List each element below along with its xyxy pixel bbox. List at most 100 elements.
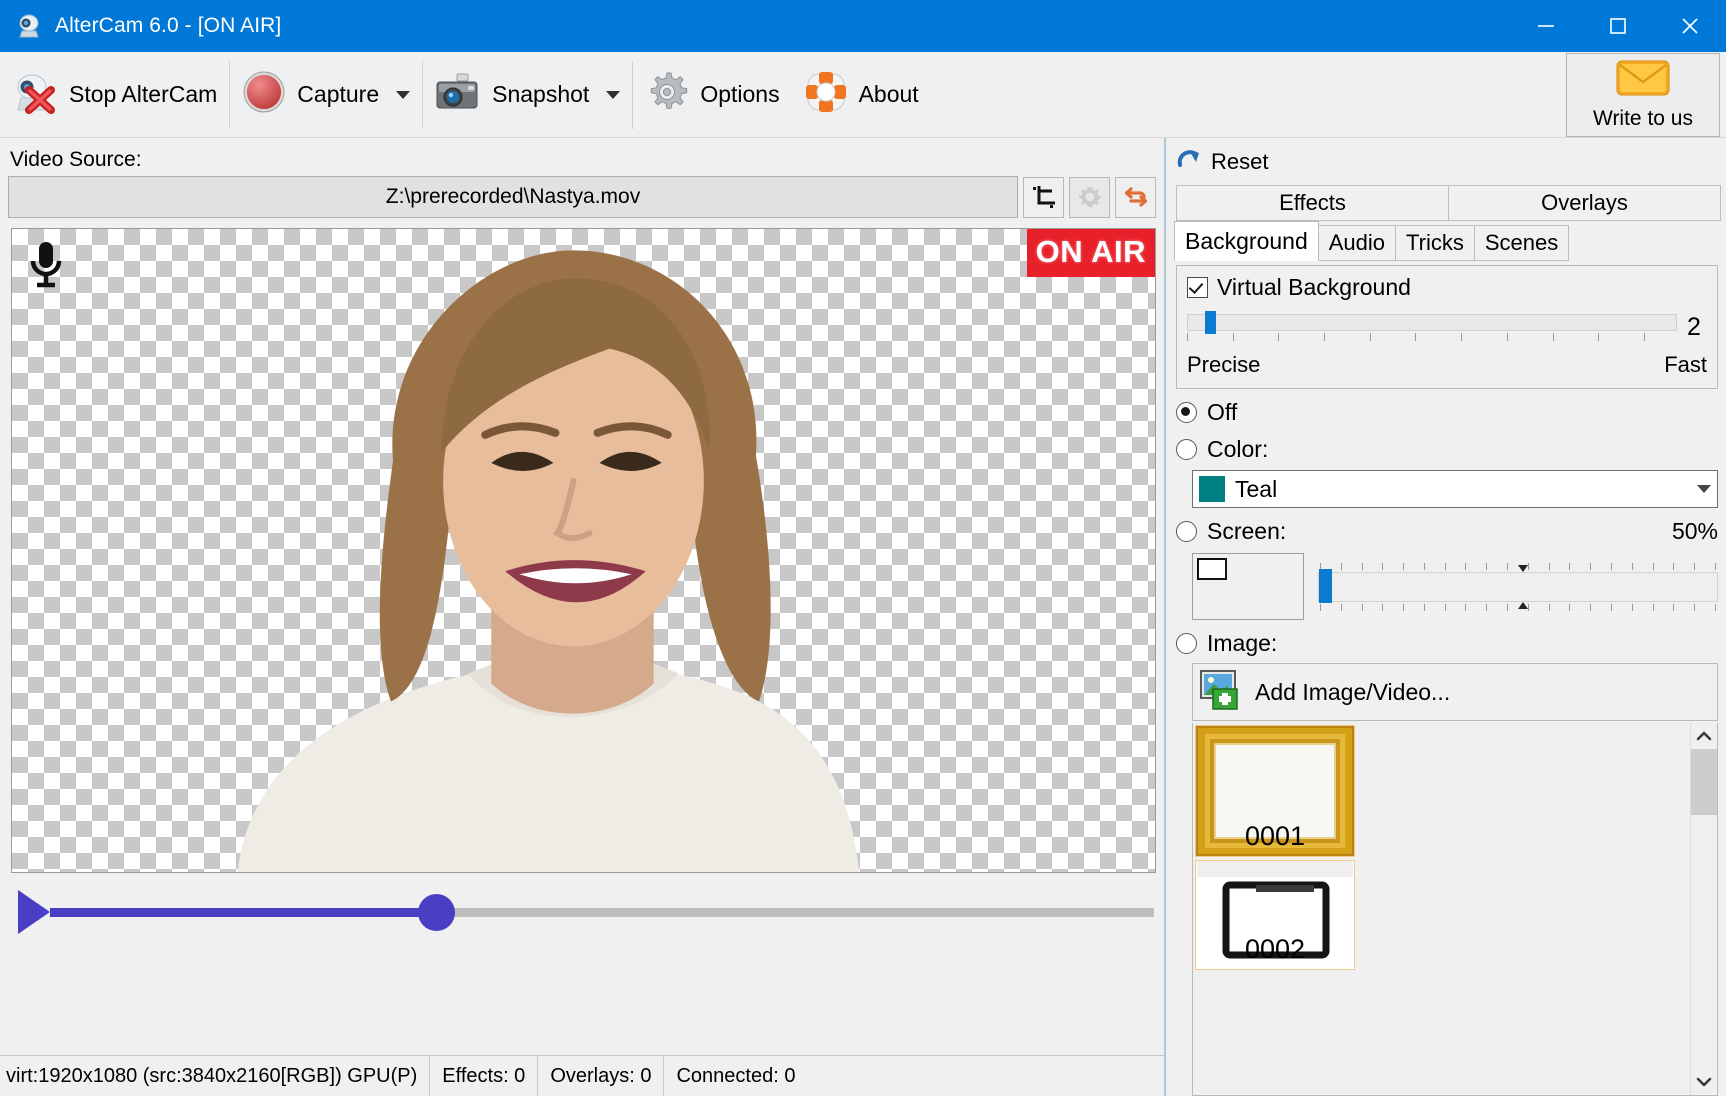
snapshot-dropdown-caret[interactable]: [606, 90, 621, 99]
about-button[interactable]: About: [792, 52, 931, 137]
playback-thumb[interactable]: [418, 894, 456, 931]
mode-screen-row[interactable]: Screen: 50%: [1176, 518, 1718, 545]
add-image-video-button[interactable]: Add Image/Video...: [1192, 663, 1718, 721]
window-title: AlterCam 6.0 - [ON AIR]: [55, 14, 282, 37]
color-value: Teal: [1235, 475, 1278, 502]
crop-icon[interactable]: [1023, 176, 1064, 218]
mode-off-radio[interactable]: [1176, 402, 1197, 423]
snapshot-button[interactable]: Snapshot: [423, 52, 632, 137]
reset-icon: [1176, 147, 1204, 178]
quality-slider-thumb[interactable]: [1205, 311, 1217, 334]
reset-button[interactable]: Reset: [1166, 138, 1726, 180]
playback-controls: [18, 887, 1154, 937]
virtual-background-group: Virtual Background 2 Precise Fast: [1176, 265, 1718, 389]
playback-slider[interactable]: [50, 894, 1154, 931]
video-source-row: Z:\prerecorded\Nastya.mov: [8, 176, 1156, 218]
reset-label: Reset: [1211, 149, 1269, 174]
thumbnail-scrollbar[interactable]: [1690, 723, 1717, 1095]
thumbnail-item[interactable]: 0001: [1195, 725, 1355, 857]
background-tab-panel: Virtual Background 2 Precise Fast Off Co…: [1166, 261, 1726, 1096]
screen-settings-row: [1192, 553, 1718, 620]
mode-image-radio[interactable]: [1176, 633, 1197, 654]
status-overlays: Overlays: 0: [538, 1056, 665, 1096]
thumbnail-item[interactable]: 0002: [1195, 860, 1355, 970]
minimize-icon[interactable]: [1510, 0, 1582, 52]
quality-value: 2: [1687, 313, 1701, 341]
stop-altercam-label: Stop AlterCam: [69, 81, 218, 107]
background-thumbnail-list[interactable]: 0001 0002: [1192, 723, 1718, 1096]
scrollbar-thumb[interactable]: [1691, 749, 1717, 815]
opacity-center-mark-bottom: [1518, 601, 1528, 609]
status-resolution: virt:1920x1080 (src:3840x2160[RGB]) GPU(…: [0, 1056, 431, 1096]
tab-scenes[interactable]: Scenes: [1473, 225, 1570, 261]
add-image-video-label: Add Image/Video...: [1255, 678, 1451, 705]
screen-preview[interactable]: [1192, 553, 1304, 620]
virtual-background-label: Virtual Background: [1217, 274, 1411, 300]
main-body: Video Source: Z:\prerecorded\Nastya.mov: [0, 138, 1726, 1096]
swap-icon[interactable]: [1115, 176, 1156, 218]
window-controls: [1510, 0, 1726, 52]
webcam-icon: [16, 13, 42, 39]
about-label: About: [858, 81, 919, 107]
stop-altercam-button[interactable]: Stop AlterCam: [0, 52, 229, 137]
screen-opacity-slider[interactable]: [1318, 564, 1718, 609]
gear-icon: [1069, 176, 1110, 218]
mode-image-row[interactable]: Image:: [1176, 630, 1718, 657]
gear-icon: [645, 70, 689, 119]
opacity-center-mark-top: [1518, 564, 1528, 572]
color-dropdown[interactable]: Teal: [1192, 470, 1718, 508]
write-to-us-label: Write to us: [1593, 107, 1693, 130]
add-image-icon: [1199, 669, 1245, 716]
mode-screen-radio[interactable]: [1176, 521, 1197, 542]
snapshot-label: Snapshot: [492, 81, 590, 107]
main-toolbar: Stop AlterCam Capture Snapshot Options A…: [0, 52, 1726, 138]
chevron-down-icon[interactable]: [1697, 485, 1711, 493]
mode-off-label: Off: [1207, 399, 1238, 425]
mode-screen-label: Screen:: [1207, 518, 1287, 544]
envelope-icon: [1615, 58, 1671, 103]
camera-icon: [435, 72, 481, 117]
virtual-background-checkbox[interactable]: [1187, 277, 1208, 298]
chevron-down-icon[interactable]: [1691, 1069, 1717, 1095]
tab-effects[interactable]: Effects: [1176, 185, 1449, 221]
preview-pane: Video Source: Z:\prerecorded\Nastya.mov: [0, 138, 1165, 1096]
tab-audio[interactable]: Audio: [1317, 225, 1397, 261]
capture-button[interactable]: Capture: [230, 52, 422, 137]
quality-slider[interactable]: [1187, 311, 1677, 334]
maximize-icon[interactable]: [1582, 0, 1654, 52]
tab-tricks[interactable]: Tricks: [1395, 225, 1475, 261]
screen-opacity-value: 50%: [1671, 518, 1718, 544]
options-button[interactable]: Options: [633, 52, 791, 137]
tab-overlays[interactable]: Overlays: [1448, 185, 1721, 221]
close-icon[interactable]: [1654, 0, 1726, 52]
title-bar: AlterCam 6.0 - [ON AIR]: [0, 0, 1726, 52]
quality-right-label: Fast: [1664, 352, 1707, 377]
mode-off-row[interactable]: Off: [1176, 399, 1718, 426]
video-source-combo[interactable]: Z:\prerecorded\Nastya.mov: [8, 176, 1018, 218]
write-to-us-button[interactable]: Write to us: [1566, 52, 1720, 137]
record-icon: [242, 70, 286, 119]
video-source-label: Video Source:: [10, 148, 142, 171]
chevron-up-icon[interactable]: [1691, 723, 1717, 749]
settings-pane: Reset Effects Overlays Background Audio …: [1165, 138, 1726, 1096]
virtual-background-checkbox-row[interactable]: Virtual Background: [1187, 274, 1707, 301]
stop-altercam-icon: [12, 70, 58, 119]
microphone-icon: [26, 239, 66, 296]
tab-background[interactable]: Background: [1174, 221, 1319, 261]
on-air-badge: ON AIR: [1026, 229, 1155, 277]
quality-slider-endpoints: Precise Fast: [1187, 352, 1707, 378]
mode-color-radio[interactable]: [1176, 439, 1197, 460]
video-preview[interactable]: ON AIR: [11, 228, 1156, 873]
quality-slider-ticks: [1187, 333, 1645, 341]
lifebuoy-icon: [804, 70, 848, 119]
screen-opacity-thumb[interactable]: [1319, 568, 1332, 603]
thumbnail-caption: 0002: [1244, 934, 1306, 964]
thumbnail-caption: 0001: [1244, 821, 1306, 851]
mode-color-row[interactable]: Color:: [1176, 436, 1718, 463]
status-bar: virt:1920x1080 (src:3840x2160[RGB]) GPU(…: [0, 1055, 1164, 1096]
play-icon[interactable]: [18, 890, 50, 934]
scrollbar-track[interactable]: [1691, 815, 1717, 1069]
quality-left-label: Precise: [1187, 352, 1261, 377]
capture-dropdown-caret[interactable]: [396, 90, 411, 99]
options-label: Options: [700, 81, 780, 107]
